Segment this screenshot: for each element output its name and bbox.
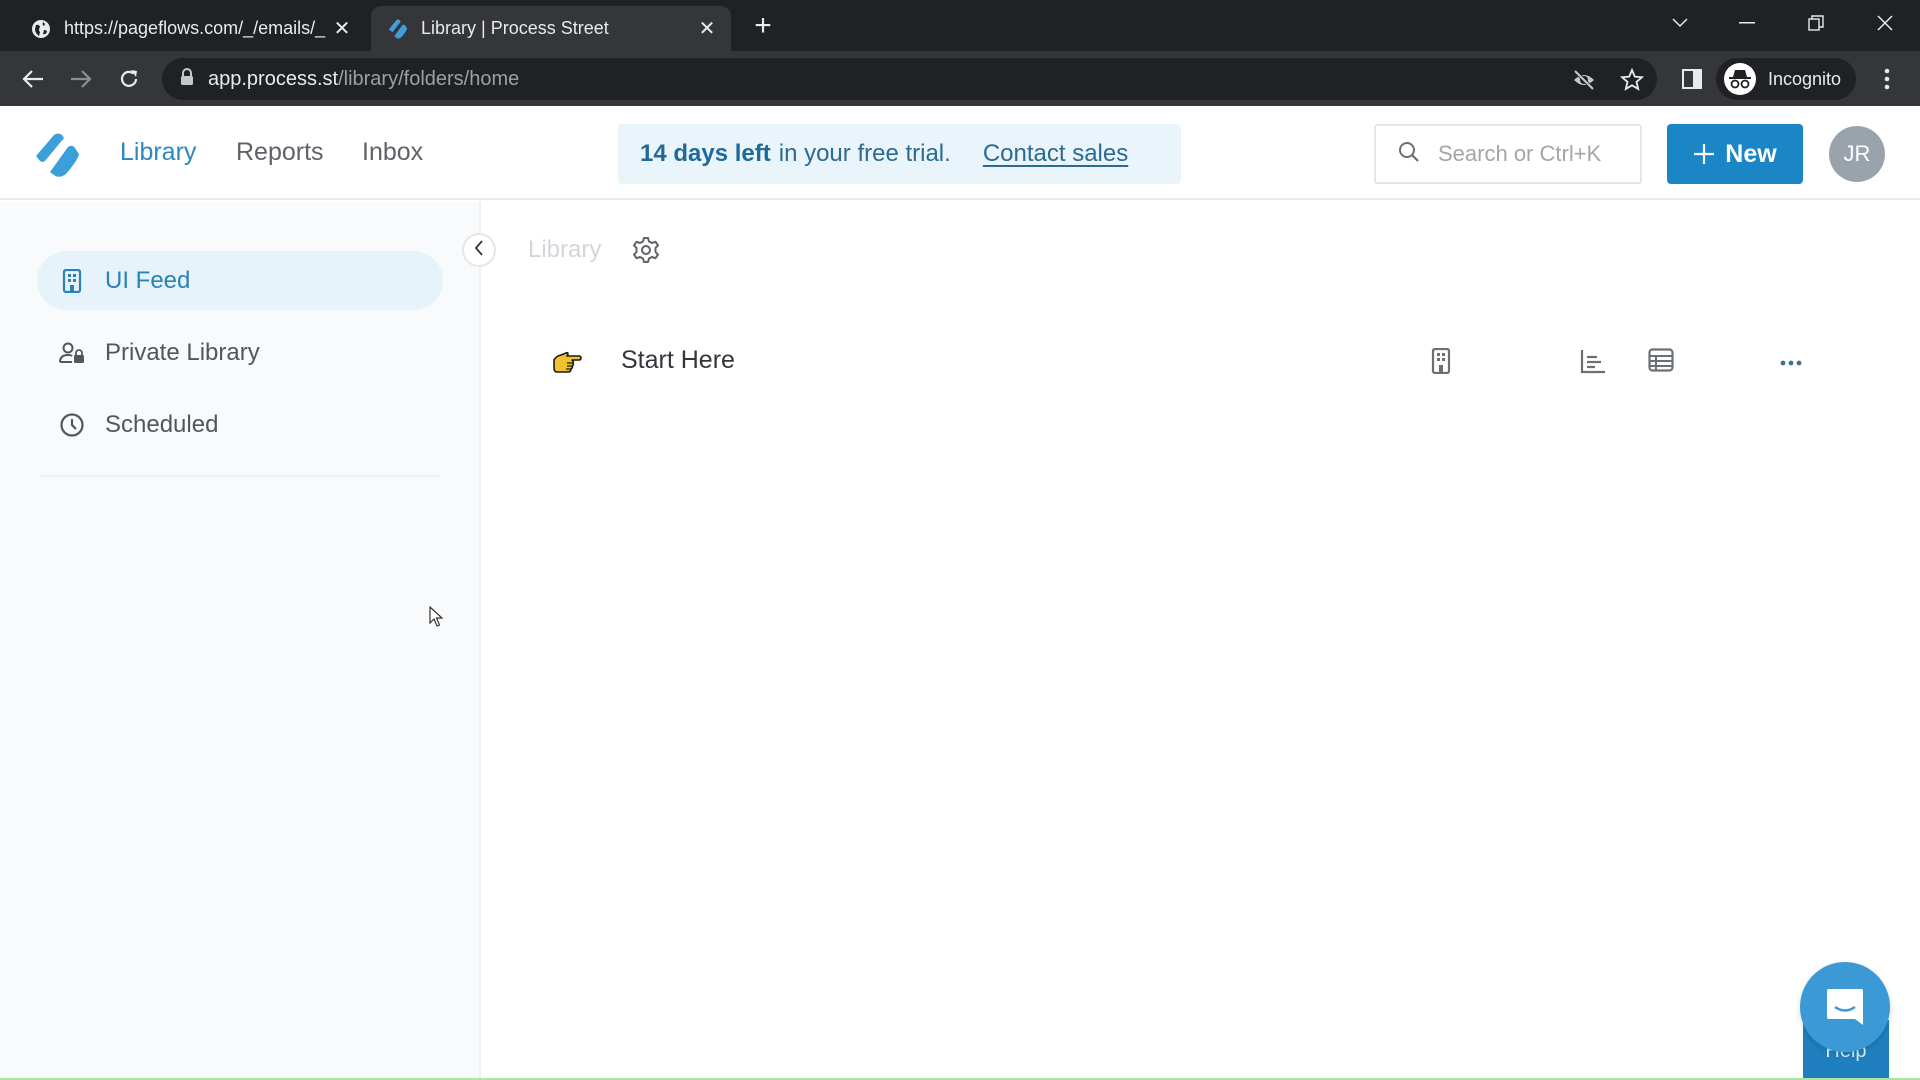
- table-icon[interactable]: [1648, 348, 1674, 374]
- search-box[interactable]: [1374, 124, 1642, 184]
- list-item-name[interactable]: Start Here: [621, 346, 735, 375]
- close-tab-icon[interactable]: ✕: [695, 17, 719, 41]
- back-icon[interactable]: [18, 64, 48, 94]
- plus-icon: [1693, 138, 1715, 170]
- nav-inbox[interactable]: Inbox: [362, 138, 423, 167]
- tab-title: Library | Process Street: [421, 18, 609, 38]
- contact-sales-link[interactable]: Contact sales: [983, 140, 1128, 168]
- sidebar-item-label: Private Library: [105, 338, 260, 366]
- trial-days-left: 14 days left: [640, 140, 771, 167]
- building-icon: [59, 268, 85, 294]
- new-button-label: New: [1725, 139, 1777, 168]
- browser-tab-pageflows[interactable]: https://pageflows.com/_/emails/_ ✕: [14, 6, 366, 51]
- browser-toolbar: app.process.st/library/folders/home Inco…: [0, 51, 1920, 106]
- help-widget[interactable]: Help: [1800, 962, 1892, 1080]
- building-icon[interactable]: [1430, 347, 1456, 375]
- tab-title: https://pageflows.com/_/emails/_: [64, 18, 326, 38]
- breadcrumb-library[interactable]: Library: [528, 236, 601, 264]
- trial-banner: 14 days left in your free trial. Contact…: [618, 124, 1181, 184]
- incognito-profile-button[interactable]: Incognito: [1716, 58, 1856, 100]
- app-header: Library Reports Inbox 14 days left in yo…: [0, 106, 1920, 200]
- address-bar[interactable]: app.process.st/library/folders/home: [162, 58, 1657, 100]
- incognito-label: Incognito: [1768, 68, 1842, 89]
- user-avatar[interactable]: JR: [1829, 126, 1885, 182]
- process-street-favicon: [387, 18, 409, 40]
- restore-icon[interactable]: [1796, 8, 1836, 38]
- clock-icon: [59, 412, 85, 438]
- chat-bubble-icon[interactable]: [1800, 962, 1890, 1052]
- eye-off-icon[interactable]: [1572, 68, 1596, 92]
- minimize-icon[interactable]: [1727, 8, 1767, 38]
- process-street-logo[interactable]: [34, 132, 82, 178]
- sidebar-divider: [40, 475, 440, 477]
- nav-reports[interactable]: Reports: [236, 138, 324, 167]
- pointing-hand-emoji-icon: [552, 350, 582, 374]
- list-item[interactable]: Start Here: [520, 330, 1820, 392]
- nav-library[interactable]: Library: [120, 138, 196, 167]
- sidebar-item-ui-feed[interactable]: UI Feed: [37, 251, 443, 310]
- new-button[interactable]: New: [1667, 124, 1803, 184]
- sidebar-item-private-library[interactable]: Private Library: [37, 323, 443, 382]
- sidebar-item-label: Scheduled: [105, 410, 219, 438]
- browser-tab-strip: https://pageflows.com/_/emails/_ ✕ Libra…: [0, 0, 1920, 51]
- reports-chart-icon[interactable]: [1580, 348, 1606, 374]
- sidebar-item-label: UI Feed: [105, 266, 191, 294]
- trial-text: in your free trial.: [778, 140, 951, 167]
- chevron-left-icon: [474, 239, 484, 261]
- browser-menu-icon[interactable]: [1872, 64, 1902, 94]
- close-tab-icon[interactable]: ✕: [330, 17, 354, 41]
- globe-icon: [30, 18, 52, 40]
- more-options-icon[interactable]: [1778, 348, 1804, 374]
- lock-icon: [180, 67, 194, 91]
- sidebar-item-scheduled[interactable]: Scheduled: [37, 395, 443, 454]
- side-panel-icon[interactable]: [1677, 64, 1707, 94]
- url-path: /library/folders/home: [338, 67, 520, 90]
- search-input[interactable]: [1438, 141, 1618, 167]
- collapse-sidebar-button[interactable]: [462, 233, 496, 267]
- reload-icon[interactable]: [114, 64, 144, 94]
- close-window-icon[interactable]: [1865, 8, 1905, 38]
- bookmark-star-icon[interactable]: [1619, 67, 1645, 92]
- mouse-cursor-icon: [429, 605, 444, 633]
- folder-settings-gear-icon[interactable]: [632, 236, 660, 264]
- url-host: app.process.st: [208, 67, 339, 90]
- url-text: app.process.st/library/folders/home: [208, 68, 519, 91]
- forward-icon[interactable]: [66, 64, 96, 94]
- sidebar: UI Feed Private Library Scheduled: [0, 202, 481, 1080]
- browser-tab-process-street[interactable]: Library | Process Street ✕: [371, 6, 731, 51]
- tab-search-chevron-icon[interactable]: [1660, 8, 1700, 38]
- search-icon: [1398, 141, 1420, 168]
- incognito-icon: [1724, 63, 1756, 95]
- user-lock-icon: [59, 340, 85, 366]
- new-tab-button[interactable]: +: [748, 11, 778, 42]
